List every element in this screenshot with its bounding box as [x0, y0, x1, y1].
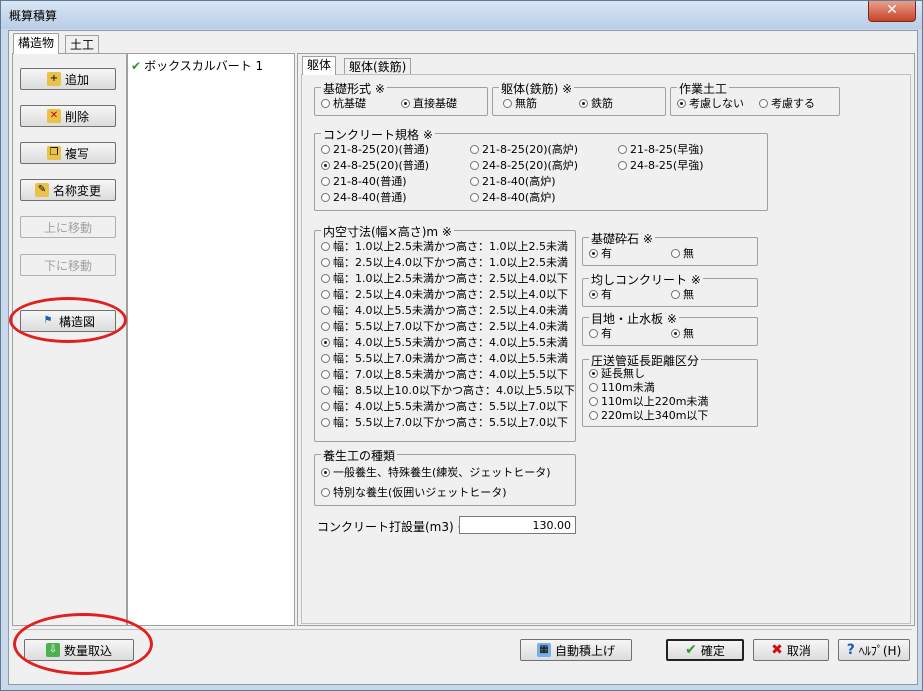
rename-button-label: 名称変更 — [52, 183, 101, 198]
cancel-x-icon: ✖ — [771, 642, 783, 658]
confirm-button[interactable]: ✔ 確定 — [666, 639, 744, 661]
concrete-spec-group: コンクリート規格 ※ 21-8-25(20)(普通) 21-8-25(20)(高… — [314, 126, 768, 211]
leveling-concrete-group: 均しコンクリート ※ 有 無 — [582, 271, 758, 307]
window-title: 概算積算 — [9, 9, 58, 23]
concrete-volume-label: コンクリート打設量(m3) ※ — [317, 520, 468, 534]
foundation-pile-radio[interactable]: 杭基礎 — [321, 96, 366, 110]
tab-body-rebar[interactable]: 躯体(鉄筋) — [344, 58, 412, 75]
app-window: 概算積算 ✕ 構造物 土工 + 追加 ✕ 削除 ❐ 複写 ✎ 名称変更 上に移動… — [0, 0, 923, 691]
cancel-label: 取消 — [786, 643, 811, 658]
concrete-spec-radio[interactable]: 21-8-25(20)(普通) — [321, 142, 429, 156]
title-bar: 概算積算 ✕ — [1, 1, 922, 29]
add-button-label: 追加 — [64, 72, 89, 87]
inner-dims-radio[interactable]: 幅：5.5以上7.0未満かつ高さ：4.0以上5.5未満 — [321, 351, 568, 365]
close-button[interactable]: ✕ — [868, 1, 916, 22]
copy-button[interactable]: ❐ 複写 — [20, 142, 116, 164]
move-down-button-label: 下に移動 — [43, 258, 92, 273]
concrete-spec-radio[interactable]: 24-8-25(早強) — [618, 158, 704, 172]
confirm-label: 確定 — [700, 643, 725, 658]
joint-waterstop-group: 目地・止水板 ※ 有 無 — [582, 310, 758, 346]
rename-icon: ✎ — [34, 183, 49, 197]
curing-label: 養生工の種類 — [321, 447, 398, 464]
base-gravel-yes-radio[interactable]: 有 — [589, 246, 612, 260]
joint-no-radio[interactable]: 無 — [671, 326, 694, 340]
calc-icon: ▦ — [536, 643, 551, 657]
inner-dims-radio[interactable]: 幅：1.0以上2.5未満かつ高さ：2.5以上4.0以下 — [321, 271, 568, 285]
earthwork-yes-radio[interactable]: 考慮する — [759, 96, 815, 110]
leveling-no-radio[interactable]: 無 — [671, 287, 694, 301]
inner-dims-radio[interactable]: 幅：2.5以上4.0未満かつ高さ：2.5以上4.0以下 — [321, 287, 568, 301]
inner-dims-radio[interactable]: 幅：1.0以上2.5未満かつ高さ：1.0以上2.5未満 — [321, 239, 568, 253]
inner-dims-group: 内空寸法(幅×高さ)m ※ 幅：1.0以上2.5未満かつ高さ：1.0以上2.5未… — [314, 223, 576, 442]
tree-item[interactable]: ✔ ボックスカルバート 1 — [131, 57, 263, 74]
inner-dims-radio[interactable]: 幅：4.0以上5.5未満かつ高さ：2.5以上4.0未満 — [321, 303, 568, 317]
auto-calc-button[interactable]: ▦ 自動積上げ — [520, 639, 632, 661]
move-down-button[interactable]: 下に移動 — [20, 254, 116, 276]
curing-radio[interactable]: 一般養生、特殊養生(練炭、ジェットヒータ) — [321, 465, 551, 479]
inner-dims-radio[interactable]: 幅：5.5以上7.0以下かつ高さ：5.5以上7.0以下 — [321, 415, 568, 429]
add-button[interactable]: + 追加 — [20, 68, 116, 90]
concrete-spec-radio[interactable]: 24-8-25(20)(高炉) — [470, 158, 578, 172]
leveling-yes-radio[interactable]: 有 — [589, 287, 612, 301]
concrete-spec-radio[interactable]: 24-8-40(高炉) — [470, 190, 556, 204]
body-rebar-group: 躯体(鉄筋) ※ 無筋 鉄筋 — [492, 80, 666, 116]
check-icon: ✔ — [685, 642, 697, 658]
foundation-direct-radio[interactable]: 直接基礎 — [401, 96, 457, 110]
detail-panel: 躯体 躯体(鉄筋) 基礎形式 ※ 杭基礎 直接基礎 躯体(鉄筋) ※ 無筋 鉄筋… — [297, 53, 915, 626]
tab-structures[interactable]: 構造物 — [13, 33, 60, 54]
inner-dims-radio[interactable]: 幅：7.0以上8.5未満かつ高さ：4.0以上5.5以下 — [321, 367, 568, 381]
concrete-spec-radio[interactable]: 24-8-25(20)(普通) — [321, 158, 429, 172]
inner-dims-radio[interactable]: 幅：8.5以上10.0以下かつ高さ：4.0以上5.5以下 — [321, 383, 575, 397]
curing-radio[interactable]: 特別な養生(仮囲いジェットヒータ) — [321, 485, 507, 499]
concrete-spec-radio[interactable]: 21-8-40(高炉) — [470, 174, 556, 188]
tab-earthwork[interactable]: 土工 — [65, 35, 100, 54]
rename-button[interactable]: ✎ 名称変更 — [20, 179, 116, 201]
concrete-spec-radio[interactable]: 24-8-40(普通) — [321, 190, 407, 204]
earthwork-group: 作業土工 考慮しない 考慮する — [670, 80, 840, 116]
inner-dims-radio[interactable]: 幅：2.5以上4.0以下かつ高さ：1.0以上2.5未満 — [321, 255, 568, 269]
move-up-button[interactable]: 上に移動 — [20, 216, 116, 238]
pump-distance-group: 圧送管延長距離区分 延長無し 110m未満 110m以上220m未満 220m以… — [582, 352, 758, 427]
move-up-button-label: 上に移動 — [43, 220, 92, 235]
foundation-type-group: 基礎形式 ※ 杭基礎 直接基礎 — [314, 80, 488, 116]
earthwork-no-radio[interactable]: 考慮しない — [677, 96, 744, 110]
delete-icon: ✕ — [46, 109, 61, 123]
detail-form: 基礎形式 ※ 杭基礎 直接基礎 躯体(鉄筋) ※ 無筋 鉄筋 作業土工 考慮しな… — [301, 74, 911, 624]
inner-dims-radio[interactable]: 幅：4.0以上5.5未満かつ高さ：5.5以上7.0以下 — [321, 399, 568, 413]
structure-tree: ✔ ボックスカルバート 1 — [127, 53, 295, 626]
add-icon: + — [46, 72, 61, 86]
base-gravel-group: 基礎砕石 ※ 有 無 — [582, 230, 758, 266]
joint-yes-radio[interactable]: 有 — [589, 326, 612, 340]
annotation-circle — [9, 297, 127, 343]
pump-distance-radio[interactable]: 延長無し — [589, 366, 645, 380]
pump-distance-radio[interactable]: 220m以上340m以下 — [589, 408, 708, 422]
concrete-volume-input[interactable]: 130.00 — [459, 516, 576, 534]
inner-dims-radio[interactable]: 幅：4.0以上5.5未満かつ高さ：4.0以上5.5未満 — [321, 335, 568, 349]
inner-dims-radio[interactable]: 幅：5.5以上7.0以下かつ高さ：2.5以上4.0未満 — [321, 319, 568, 333]
pump-distance-radio[interactable]: 110m未満 — [589, 380, 655, 394]
client-area: 構造物 土工 + 追加 ✕ 削除 ❐ 複写 ✎ 名称変更 上に移動 下に移動 ⚑… — [8, 30, 918, 685]
copy-button-label: 複写 — [64, 146, 89, 161]
concrete-spec-radio[interactable]: 21-8-25(20)(高炉) — [470, 142, 578, 156]
body-plain-radio[interactable]: 無筋 — [503, 96, 537, 110]
tab-body[interactable]: 躯体 — [302, 56, 337, 75]
help-button[interactable]: ? ﾍﾙﾌﾟ(H) — [838, 639, 910, 661]
base-gravel-no-radio[interactable]: 無 — [671, 246, 694, 260]
check-icon: ✔ — [131, 58, 142, 73]
help-icon: ? — [846, 642, 855, 658]
pump-distance-radio[interactable]: 110m以上220m未満 — [589, 394, 708, 408]
curing-group: 養生工の種類 一般養生、特殊養生(練炭、ジェットヒータ) 特別な養生(仮囲いジェ… — [314, 447, 576, 506]
annotation-circle — [13, 613, 153, 675]
delete-button[interactable]: ✕ 削除 — [20, 105, 116, 127]
tree-item-label: ボックスカルバート 1 — [144, 59, 264, 73]
auto-calc-label: 自動積上げ — [554, 643, 615, 658]
delete-button-label: 削除 — [64, 109, 89, 124]
concrete-spec-radio[interactable]: 21-8-40(普通) — [321, 174, 407, 188]
help-label: ﾍﾙﾌﾟ(H) — [858, 643, 902, 658]
body-rebar-radio[interactable]: 鉄筋 — [579, 96, 613, 110]
concrete-spec-radio[interactable]: 21-8-25(早強) — [618, 142, 704, 156]
copy-icon: ❐ — [46, 146, 61, 160]
cancel-button[interactable]: ✖ 取消 — [753, 639, 829, 661]
base-gravel-label: 基礎砕石 ※ — [589, 230, 655, 247]
